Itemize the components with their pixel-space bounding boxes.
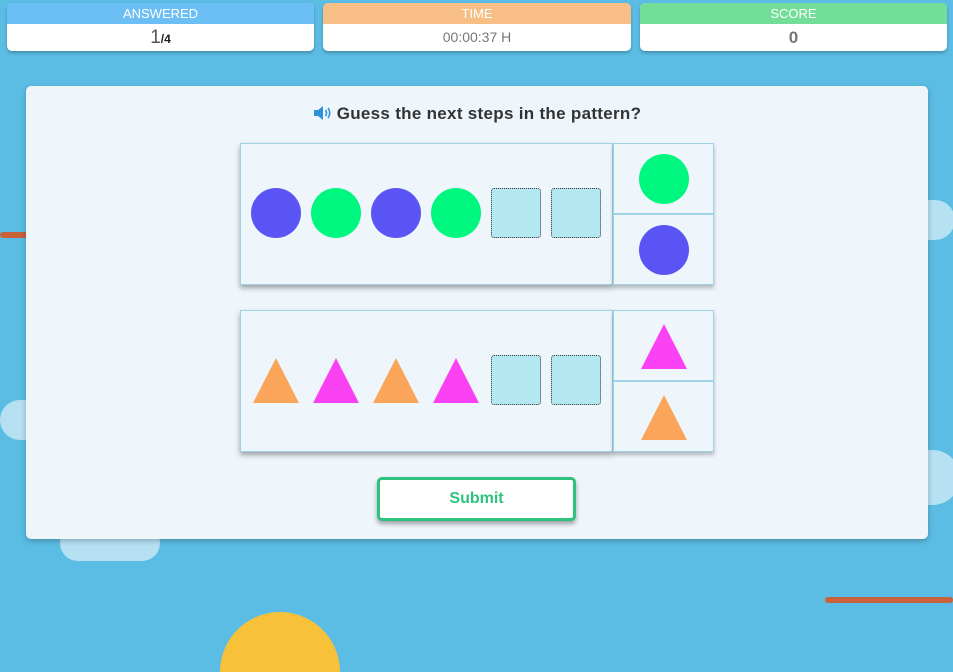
answer-drop-slot[interactable] — [551, 355, 601, 405]
orange-triangle-shape — [373, 358, 419, 403]
answer-options — [613, 143, 714, 285]
pattern-sequence — [240, 310, 613, 452]
magenta-triangle-shape — [641, 324, 687, 369]
speaker-icon[interactable] — [313, 104, 333, 127]
blue-circle-shape — [639, 225, 689, 275]
blue-circle-shape — [251, 188, 301, 238]
answer-drop-slot[interactable] — [551, 188, 601, 238]
score-label: SCORE — [640, 3, 947, 24]
answer-option[interactable] — [613, 214, 714, 285]
question-text: Guess the next steps in the pattern? — [336, 104, 642, 123]
answer-option[interactable] — [613, 143, 714, 214]
time-counter: TIME 00:00:37 H — [323, 3, 631, 51]
answered-total: /4 — [160, 32, 171, 46]
green-circle-shape — [311, 188, 361, 238]
orange-triangle-shape — [253, 358, 299, 403]
submit-button[interactable]: Submit — [377, 477, 576, 521]
background-sun — [220, 612, 340, 672]
question-panel: Guess the next steps in the pattern? Sub… — [26, 86, 928, 539]
answer-drop-slot[interactable] — [491, 355, 541, 405]
time-value: 00:00:37 H — [442, 29, 512, 45]
background-branch — [825, 597, 953, 603]
answered-label: ANSWERED — [7, 3, 314, 24]
magenta-triangle-shape — [313, 358, 359, 403]
score-counter: SCORE 0 — [640, 3, 947, 51]
time-label: TIME — [323, 3, 631, 24]
pattern-row — [240, 310, 714, 452]
answer-options — [613, 310, 714, 452]
pattern-sequence — [240, 143, 613, 285]
answer-option[interactable] — [613, 381, 714, 452]
score-value: 0 — [788, 28, 799, 47]
blue-circle-shape — [371, 188, 421, 238]
green-circle-shape — [639, 154, 689, 204]
orange-triangle-shape — [641, 395, 687, 440]
green-circle-shape — [431, 188, 481, 238]
answered-current: 1 — [150, 27, 161, 48]
answered-value: 1/4 — [7, 24, 314, 51]
answer-drop-slot[interactable] — [491, 188, 541, 238]
question-header: Guess the next steps in the pattern? — [26, 104, 928, 127]
answer-option[interactable] — [613, 310, 714, 381]
answered-counter: ANSWERED 1/4 — [7, 3, 314, 51]
magenta-triangle-shape — [433, 358, 479, 403]
pattern-row — [240, 143, 714, 285]
